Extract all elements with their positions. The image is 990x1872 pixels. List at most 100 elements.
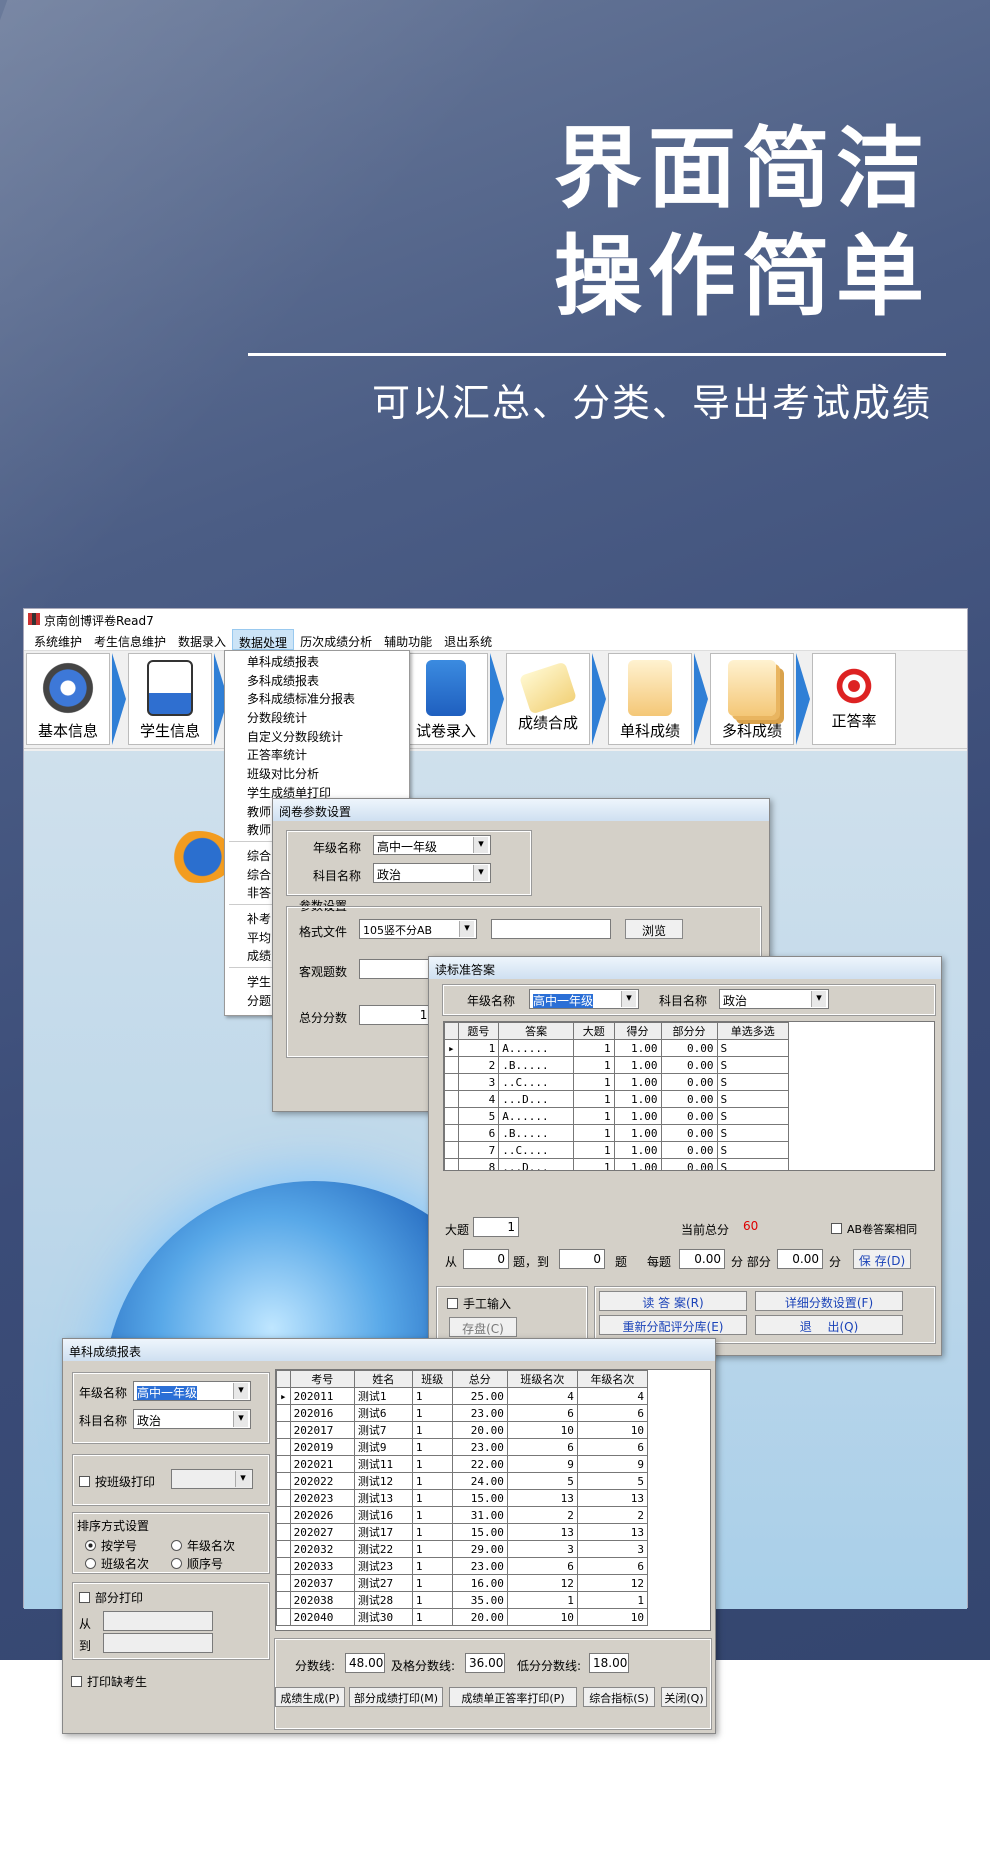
row-selector[interactable] (276, 1540, 291, 1558)
class-print-checkbox[interactable]: 按班级打印 (79, 1473, 155, 1490)
table-row[interactable]: 202016 测试6 1 23.00 6 6 (276, 1404, 649, 1422)
row-selector[interactable]: ▸ (276, 1387, 291, 1405)
save-button[interactable]: 保 存(D) (853, 1249, 911, 1269)
overall-index-button[interactable]: 综合指标(S) (583, 1687, 655, 1707)
table-row[interactable]: 202033 测试23 1 23.00 6 6 (276, 1557, 649, 1575)
table-row[interactable]: 4 ...D... 1 1.00 0.00 S (444, 1090, 790, 1108)
sort-by-id-radio[interactable]: 按学号 (85, 1537, 137, 1554)
rate-print-button[interactable]: 成绩单正答率打印(P) (449, 1687, 577, 1707)
menu-item-active[interactable]: 数据处理 (232, 629, 295, 650)
each-score-input[interactable]: 0.00 (679, 1249, 725, 1269)
table-row[interactable]: 202038 测试28 1 35.00 1 1 (276, 1591, 649, 1609)
subject-select[interactable]: 政治 (133, 1409, 251, 1429)
part-print-checkbox[interactable]: 部分打印 (79, 1589, 143, 1606)
row-selector[interactable] (276, 1608, 291, 1626)
column-header[interactable]: 年级名次 (576, 1370, 649, 1388)
class-select[interactable] (171, 1469, 253, 1489)
format-path-input[interactable] (491, 919, 611, 939)
menu-entry[interactable]: 多科成绩标准分报表 (225, 688, 409, 707)
grade-select[interactable]: 高中一年级 (133, 1381, 251, 1401)
table-row[interactable]: 202032 测试22 1 29.00 3 3 (276, 1540, 649, 1558)
row-selector[interactable] (276, 1404, 291, 1422)
score-grid[interactable]: 考号 姓名 班级 总分 班级名次 年级名次 ▸ 202011 测试1 1 25.00 4 4… (275, 1369, 711, 1631)
column-header[interactable]: 单选多选 (716, 1022, 790, 1040)
table-row[interactable]: 6 .B..... 1 1.00 0.00 S (444, 1124, 790, 1142)
table-row[interactable]: ▸ 1 A...... 1 1.00 0.00 S (444, 1039, 790, 1057)
column-header[interactable]: 姓名 (353, 1370, 413, 1388)
column-header[interactable]: 班级 (411, 1370, 453, 1388)
row-selector[interactable] (276, 1438, 291, 1456)
redistribute-button[interactable]: 重新分配评分库(E) (599, 1315, 747, 1335)
row-selector[interactable] (444, 1056, 459, 1074)
table-row[interactable]: 202019 测试9 1 23.00 6 6 (276, 1438, 649, 1456)
partial-print-button[interactable]: 部分成绩打印(M) (349, 1687, 443, 1707)
detail-score-button[interactable]: 详细分数设置(F) (755, 1291, 903, 1311)
toolbar-basic-info[interactable]: 基本信息 (26, 653, 110, 745)
toolbar-paper-entry[interactable]: 试卷录入 (404, 653, 488, 745)
column-header[interactable]: 得分 (613, 1022, 662, 1040)
menu-item[interactable]: 辅助功能 (378, 629, 438, 650)
menu-item[interactable]: 数据录入 (172, 629, 232, 650)
table-row[interactable]: 202026 测试16 1 31.00 2 2 (276, 1506, 649, 1524)
row-selector[interactable]: ▸ (444, 1039, 459, 1057)
pass-line-input[interactable]: 36.00 (465, 1653, 505, 1673)
row-selector[interactable] (276, 1455, 291, 1473)
close-button[interactable]: 关闭(Q) (661, 1687, 707, 1707)
to-input[interactable] (103, 1633, 213, 1653)
column-header[interactable]: 题号 (457, 1022, 500, 1040)
row-selector[interactable] (276, 1489, 291, 1507)
menu-item[interactable]: 考生信息维护 (88, 629, 172, 650)
print-absent-checkbox[interactable]: 打印缺考生 (71, 1673, 147, 1690)
row-selector[interactable] (276, 1506, 291, 1524)
menu-item[interactable]: 退出系统 (438, 629, 498, 650)
big-question-stepper[interactable]: 1 (473, 1217, 519, 1237)
menu-entry[interactable]: 自定义分数段统计 (225, 726, 409, 745)
table-row[interactable]: 202027 测试17 1 15.00 13 13 (276, 1523, 649, 1541)
exit-button[interactable]: 退 出(Q) (755, 1315, 903, 1335)
row-selector[interactable] (276, 1591, 291, 1609)
to-input[interactable]: 0 (559, 1249, 605, 1269)
row-selector[interactable] (276, 1557, 291, 1575)
toolbar-score-merge[interactable]: 成绩合成 (506, 653, 590, 745)
from-input[interactable] (103, 1611, 213, 1631)
grade-select[interactable]: 高中一年级 (373, 835, 491, 855)
table-row[interactable]: 5 A...... 1 1.00 0.00 S (444, 1107, 790, 1125)
table-row[interactable]: 7 ..C.... 1 1.00 0.00 S (444, 1141, 790, 1159)
row-selector[interactable] (276, 1421, 291, 1439)
table-row[interactable]: 202017 测试7 1 20.00 10 10 (276, 1421, 649, 1439)
objective-input[interactable] (359, 959, 439, 979)
row-selector[interactable] (444, 1090, 459, 1108)
menu-entry[interactable]: 班级对比分析 (225, 763, 409, 782)
score-line-input[interactable]: 48.00 (345, 1653, 385, 1673)
column-header[interactable]: 总分 (451, 1370, 508, 1388)
sort-by-sequence-radio[interactable]: 顺序号 (171, 1555, 223, 1572)
menu-entry[interactable]: 多科成绩报表 (225, 670, 409, 689)
menu-item[interactable]: 系统维护 (28, 629, 88, 650)
menu-entry[interactable]: 分数段统计 (225, 707, 409, 726)
toolbar-correct-rate[interactable]: 正答率 (812, 653, 896, 745)
toolbar-single-score[interactable]: 单科成绩 (608, 653, 692, 745)
row-selector[interactable] (276, 1574, 291, 1592)
table-row[interactable]: 202021 测试11 1 22.00 9 9 (276, 1455, 649, 1473)
menu-entry[interactable]: 单科成绩报表 (225, 651, 409, 670)
from-input[interactable]: 0 (463, 1249, 509, 1269)
toolbar-multi-score[interactable]: 多科成绩 (710, 653, 794, 745)
read-answer-button[interactable]: 读 答 案(R) (599, 1291, 747, 1311)
manual-input-checkbox[interactable]: 手工输入 (447, 1295, 511, 1312)
partial-score-input[interactable]: 0.00 (777, 1249, 823, 1269)
row-selector[interactable] (444, 1141, 459, 1159)
toolbar-student-info[interactable]: 学生信息 (128, 653, 212, 745)
subject-select[interactable]: 政治 (373, 863, 491, 883)
low-line-input[interactable]: 18.00 (589, 1653, 629, 1673)
answer-grid[interactable]: 题号 答案 大题 得分 部分分 单选多选 ▸ 1 A...... 1 1.00 0.00 S… (443, 1021, 935, 1171)
table-row[interactable]: 202023 测试13 1 15.00 13 13 (276, 1489, 649, 1507)
sort-by-grade-rank-radio[interactable]: 年级名次 (171, 1537, 235, 1554)
table-row[interactable]: 3 ..C.... 1 1.00 0.00 S (444, 1073, 790, 1091)
column-header[interactable]: 班级名次 (506, 1370, 578, 1388)
row-selector[interactable] (444, 1107, 459, 1125)
table-row[interactable]: ▸ 202011 测试1 1 25.00 4 4 (276, 1387, 649, 1405)
subject-select[interactable]: 政治 (719, 989, 829, 1009)
row-selector[interactable] (444, 1124, 459, 1142)
browse-button[interactable]: 浏览 (625, 919, 683, 939)
column-header[interactable]: 答案 (498, 1022, 574, 1040)
